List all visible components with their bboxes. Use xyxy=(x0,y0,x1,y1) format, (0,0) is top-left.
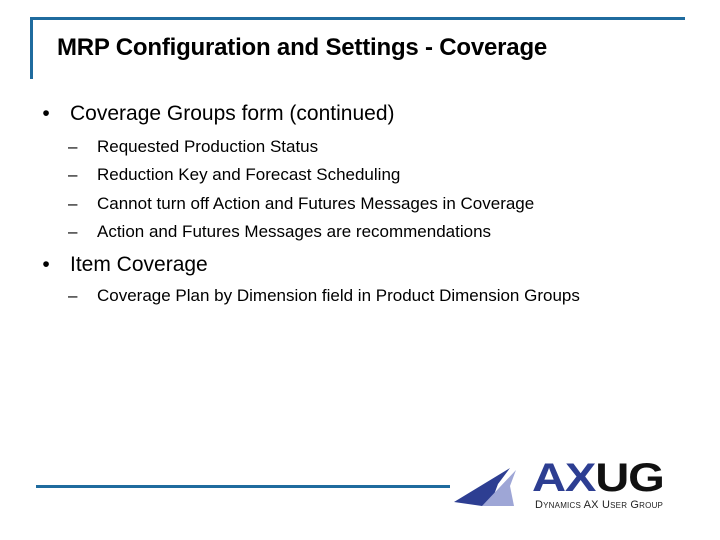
bullet-dot: • xyxy=(42,253,50,276)
sub-bullet-text: Requested Production Status xyxy=(97,137,319,156)
sub-bullet-text: Coverage Plan by Dimension field in Prod… xyxy=(97,286,580,305)
sub-bullet-dash: – xyxy=(68,194,78,213)
bullet-text: Coverage Groups form (continued) xyxy=(70,102,395,125)
sub-bullet-text: Cannot turn off Action and Futures Messa… xyxy=(97,194,535,213)
logo-wordmark: AXUG xyxy=(532,456,665,500)
footer-rule xyxy=(36,485,450,488)
bullet-dot: • xyxy=(42,102,50,125)
logo-wordmark-ax: AX xyxy=(532,456,596,500)
title-frame-top-rule xyxy=(30,17,685,20)
sub-bullet-dash: – xyxy=(68,286,78,305)
sub-bullet-dash: – xyxy=(68,165,78,184)
logo-wordmark-ug: UG xyxy=(595,456,665,500)
logo-subtitle: Dynamics AX User Group xyxy=(535,499,664,511)
axug-logo: AXUG Dynamics AX User Group xyxy=(452,456,712,518)
swoosh-icon xyxy=(454,468,516,506)
slide-title: MRP Configuration and Settings - Coverag… xyxy=(57,34,548,61)
sub-bullet-dash: – xyxy=(68,222,78,241)
bullet-text: Item Coverage xyxy=(70,253,208,276)
sub-bullet-text: Action and Futures Messages are recommen… xyxy=(97,222,492,241)
sub-bullet-text: Reduction Key and Forecast Scheduling xyxy=(97,165,401,184)
title-frame-left-rule xyxy=(30,17,33,79)
sub-bullet-dash: – xyxy=(68,137,78,156)
